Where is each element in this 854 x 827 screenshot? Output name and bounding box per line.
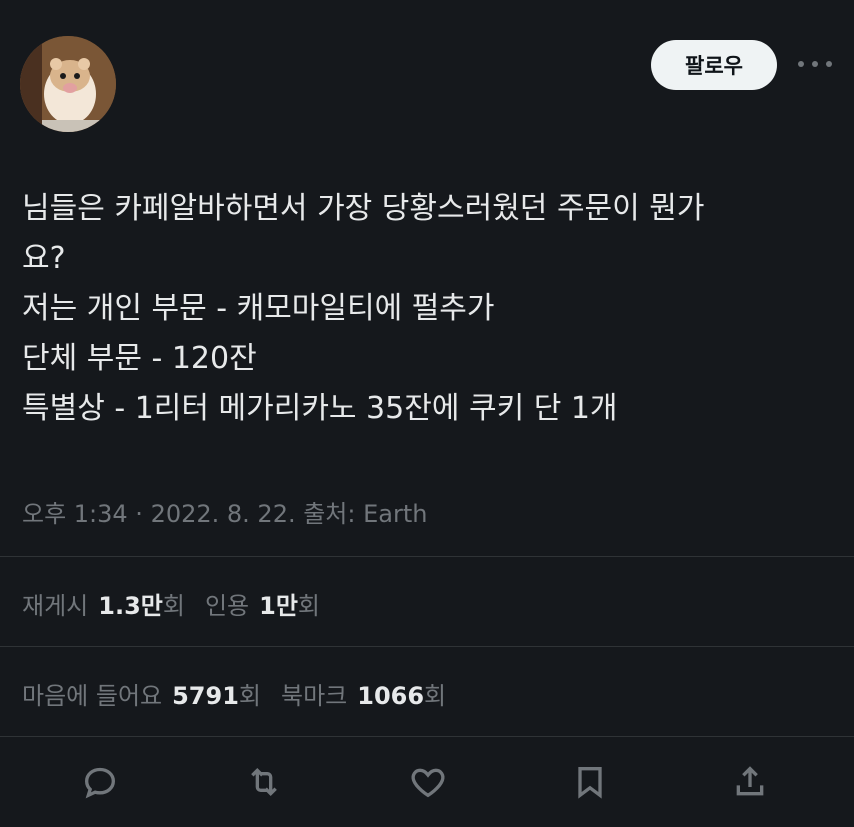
- heart-icon[interactable]: [406, 760, 450, 804]
- share-icon[interactable]: [728, 760, 772, 804]
- quotes-label[interactable]: 인용: [205, 586, 249, 621]
- avatar[interactable]: [20, 36, 116, 132]
- follow-button[interactable]: 팔로우: [651, 40, 777, 90]
- tweet-timestamp[interactable]: 오후 1:34 · 2022. 8. 22. 출처: Earth: [22, 494, 427, 529]
- divider: [0, 556, 854, 557]
- likes-count[interactable]: 5791: [172, 682, 239, 710]
- repost-quote-stats: 재게시 1.3만 회 인용 1만 회: [22, 586, 320, 621]
- divider: [0, 646, 854, 647]
- action-bar: [0, 760, 854, 810]
- hamster-avatar-image: [20, 36, 116, 132]
- bookmark-icon[interactable]: [568, 760, 612, 804]
- retweet-icon[interactable]: [242, 760, 286, 804]
- more-dot: [798, 61, 804, 67]
- bookmarks-unit: 회: [424, 682, 447, 710]
- bookmarks-count[interactable]: 1066: [357, 682, 424, 710]
- divider: [0, 736, 854, 737]
- quotes-count[interactable]: 1만: [259, 586, 298, 621]
- more-dot: [812, 61, 818, 67]
- reply-icon[interactable]: [78, 760, 122, 804]
- retweets-label[interactable]: 재게시: [22, 586, 88, 621]
- likes-unit: 회: [238, 682, 261, 710]
- quotes-unit: 회: [297, 592, 320, 620]
- like-bookmark-stats: 마음에 들어요 5791 회 북마크 1066 회: [22, 676, 446, 711]
- retweets-unit: 회: [162, 592, 185, 620]
- likes-label[interactable]: 마음에 들어요: [22, 676, 162, 711]
- more-dot: [826, 61, 832, 67]
- tweet-text: 님들은 카페알바하면서 가장 당황스러웠던 주문이 뭔가 요? 저는 개인 부문…: [22, 191, 705, 426]
- bookmarks-label[interactable]: 북마크: [281, 676, 347, 711]
- more-icon[interactable]: [798, 54, 832, 74]
- tweet-detail: 팔로우 님들은 카페알바하면서 가장 당황스러웠던 주문이 뭔가 요? 저는 개…: [0, 0, 854, 827]
- retweets-count[interactable]: 1.3만: [98, 586, 163, 621]
